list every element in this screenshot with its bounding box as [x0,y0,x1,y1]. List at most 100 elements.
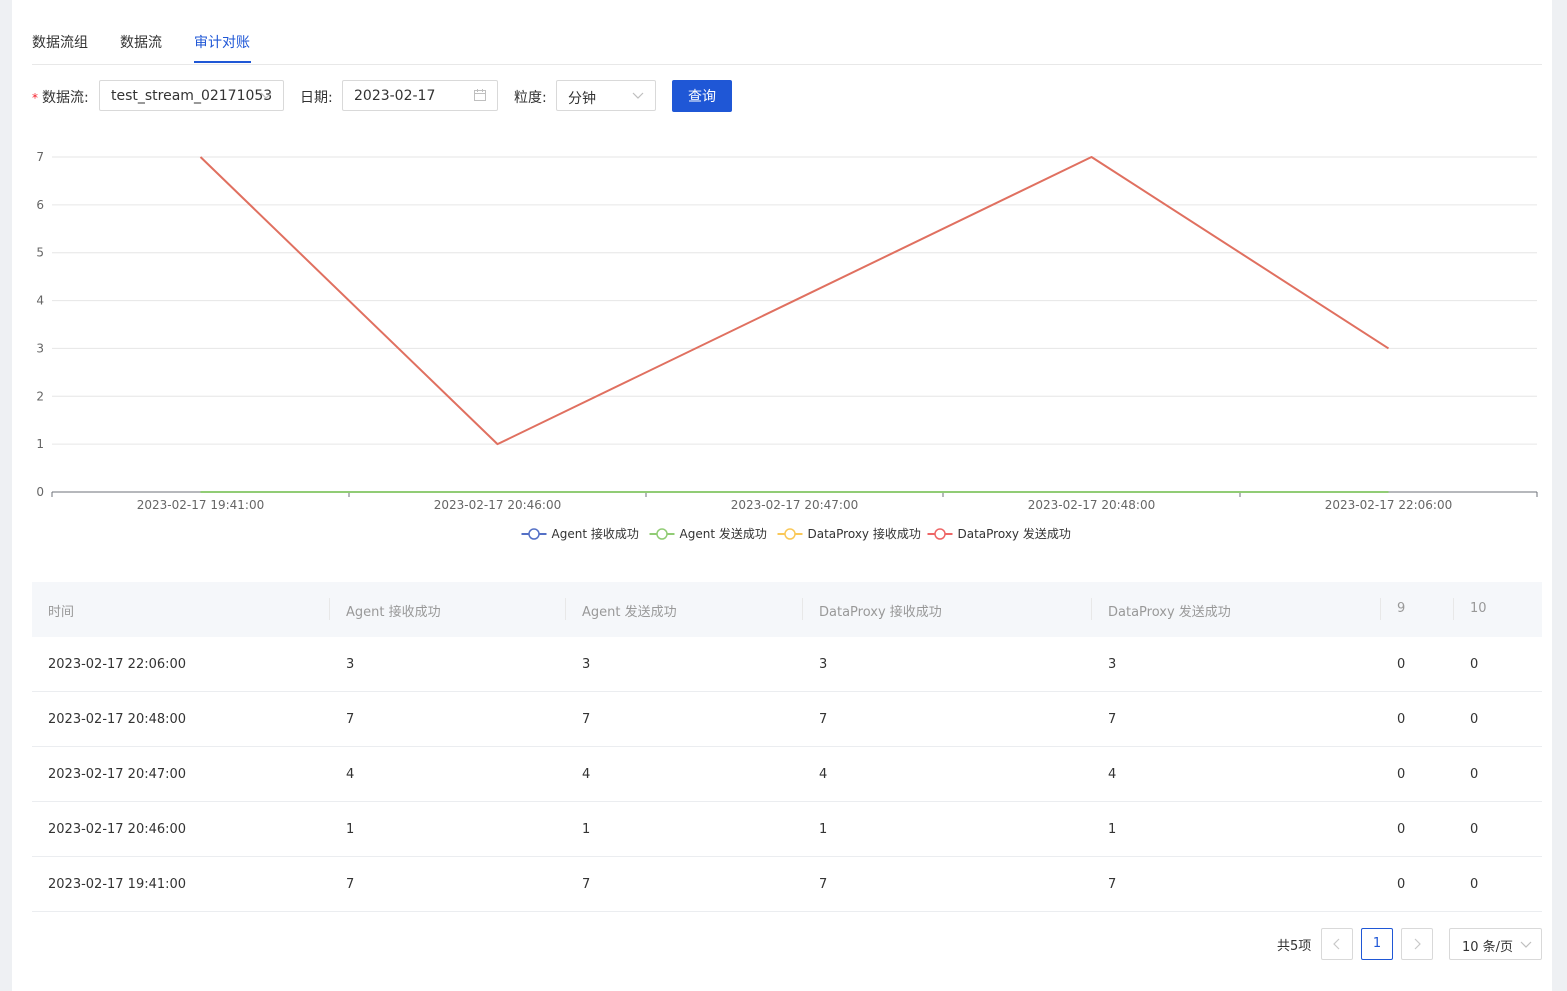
table-row: 2023-02-17 22:06:00 3 3 3 3 0 0 [32,637,1542,692]
pagination-page-number: 1 [1372,936,1382,951]
table-header-cell: Agent 接收成功 [346,605,441,620]
required-mark: * [32,91,38,105]
table-cell: 0 [1397,877,1406,892]
table-cell: 0 [1470,822,1479,837]
pagination-next-button[interactable] [1401,928,1433,960]
table-cell: 7 [1108,877,1117,892]
chart-y-tick-label: 5 [36,246,44,260]
table-header-cell: DataProxy 接收成功 [819,605,942,620]
legend-marker-icon [656,528,668,540]
chart-x-tick-label: 2023-02-17 20:47:00 [731,498,858,512]
table-cell: 0 [1470,877,1479,892]
table-cell: 0 [1397,822,1406,837]
table-cell: 2023-02-17 20:46:00 [48,822,187,837]
right-scroll-gutter [1552,0,1567,991]
tab-bar [32,0,1542,65]
chart-y-tick-label: 2 [36,389,44,403]
chart-x-tick-label: 2023-02-17 22:06:00 [1325,498,1452,512]
query-button[interactable]: 查询 [672,80,732,112]
table-row: 2023-02-17 20:47:00 4 4 4 4 0 0 [32,747,1542,802]
calendar-icon [474,89,486,101]
table-cell: 7 [1108,712,1117,727]
chevron-right-icon [1414,938,1421,950]
tab-stream-group[interactable]: 数据流组 [32,32,88,52]
page-size-select[interactable]: 10 条/页 [1449,928,1542,960]
table-row: 2023-02-17 20:46:00 1 1 1 1 0 0 [32,802,1542,857]
stream-label-text: 数据流 [42,90,84,106]
table-cell: 2023-02-17 20:48:00 [48,712,187,727]
table-cell: 0 [1470,712,1479,727]
table-cell: 4 [582,767,591,782]
table-cell: 0 [1397,712,1406,727]
chart-y-tick-label: 6 [36,198,44,212]
granularity-select-value: 分钟 [568,91,596,107]
granularity-select[interactable]: 分钟 [556,80,656,111]
table-header-cell: 10 [1470,601,1487,616]
table-cell: 2023-02-17 19:41:00 [48,877,187,892]
stream-select-value: test_stream_02171053 [111,88,273,104]
table-header-cell: DataProxy 发送成功 [1108,605,1231,620]
granularity-label-text: 粒度 [514,90,542,106]
legend-item-label: DataProxy 发送成功 [958,526,1071,541]
table-header-divider [802,598,803,620]
legend-marker-icon [784,528,796,540]
table-cell: 4 [819,767,828,782]
pagination-total: 共5项 [1277,939,1312,954]
tab-stream[interactable]: 数据流 [120,32,162,52]
table-cell: 7 [346,712,355,727]
chart-y-tick-label: 1 [36,437,44,451]
table-cell: 0 [1397,657,1406,672]
chevron-down-icon [1520,941,1532,948]
table-header: 时间 Agent 接收成功 Agent 发送成功 DataProxy 接收成功 Data… [32,582,1542,637]
table-cell: 3 [582,657,591,672]
chart-x-tick-label: 2023-02-17 20:46:00 [434,498,561,512]
table-header-divider [1453,598,1454,620]
table-cell: 7 [819,712,828,727]
table-cell: 2023-02-17 22:06:00 [48,657,187,672]
date-picker[interactable]: 2023-02-17 [342,80,498,111]
table-cell: 7 [582,712,591,727]
date-label-text: 日期 [300,90,328,106]
table-cell: 1 [819,822,828,837]
legend-item-label: Agent 发送成功 [680,526,767,541]
chart-y-tick-label: 7 [36,150,44,164]
table-cell: 0 [1470,657,1479,672]
table-header-cell: Agent 发送成功 [582,605,677,620]
table-header-divider [1380,598,1381,620]
legend-marker-icon [934,528,946,540]
table-cell: 3 [346,657,355,672]
chart-y-tick-label: 0 [36,485,44,499]
legend-item-label: DataProxy 接收成功 [808,526,921,541]
table-cell: 0 [1397,767,1406,782]
table-header-divider [565,598,566,620]
chart-y-tick-label: 4 [36,294,44,308]
stream-select[interactable]: test_stream_02171053 [99,80,284,111]
page-size-value: 10 条/页 [1462,940,1514,955]
stream-label: * 数据流: [32,90,89,106]
chart-y-tick-label: 3 [36,341,44,355]
pagination-prev-button[interactable] [1321,928,1353,960]
date-label: 日期: [300,90,333,106]
pagination-page-button[interactable]: 1 [1361,928,1393,960]
legend-marker-icon [528,528,540,540]
chevron-down-icon [260,92,272,99]
table-cell: 4 [346,767,355,782]
table-cell: 3 [819,657,828,672]
table-header-divider [329,598,330,620]
tab-active-indicator [194,61,251,63]
table-cell: 7 [346,877,355,892]
table-cell: 4 [1108,767,1117,782]
table-cell: 2023-02-17 20:47:00 [48,767,187,782]
table-cell: 1 [346,822,355,837]
table-header-cell: 时间 [48,605,75,620]
table-header-divider [1091,598,1092,620]
table-cell: 1 [1108,822,1117,837]
table-header-cell: 9 [1397,601,1406,616]
table-cell: 7 [819,877,828,892]
table-cell: 1 [582,822,591,837]
table-row: 2023-02-17 19:41:00 7 7 7 7 0 0 [32,857,1542,912]
tab-audit[interactable]: 审计对账 [194,32,250,52]
audit-line-chart: 0 1 2 3 4 5 6 7 2023-02-17 19:41:00 2023-02-17 20… [36,150,1538,541]
chevron-down-icon [632,92,644,99]
chart-x-tick-label: 2023-02-17 20:48:00 [1028,498,1155,512]
